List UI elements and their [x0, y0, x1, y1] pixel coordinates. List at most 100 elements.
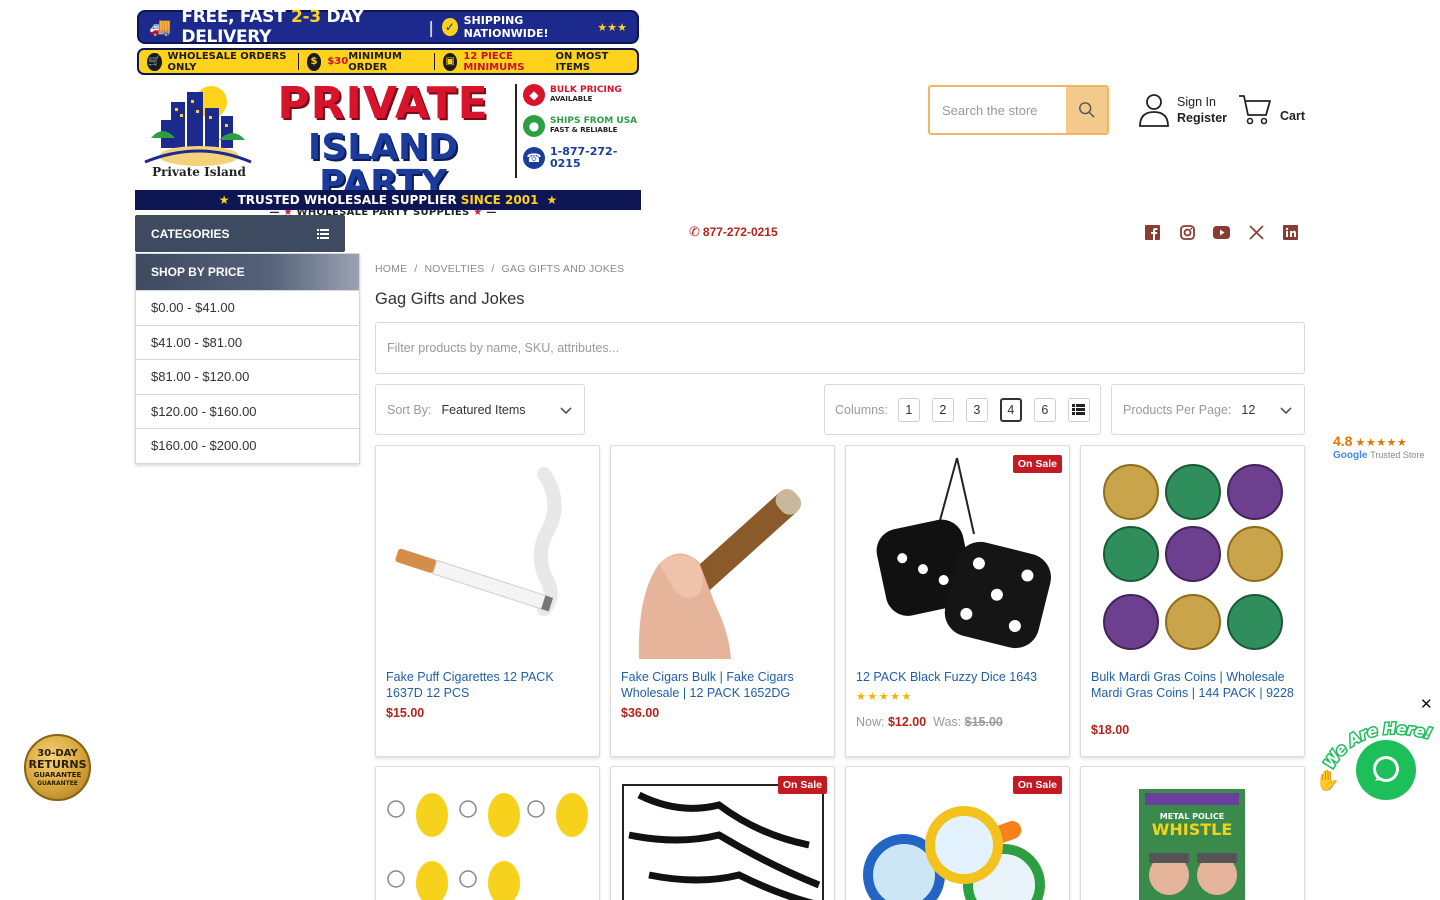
product-image[interactable]: [619, 454, 826, 659]
phone-link[interactable]: ✆ 877-272-0215: [689, 224, 778, 240]
linkedin-icon[interactable]: [1281, 224, 1300, 241]
register-link[interactable]: Register: [1177, 110, 1227, 126]
product-card[interactable]: On Sale 12 PACK Black Fuzzy Dice 1643 ★★…: [845, 445, 1070, 757]
column-option[interactable]: 1: [897, 397, 920, 422]
sort-select[interactable]: Sort By: Featured Items: [375, 384, 585, 435]
cart-icon: [1239, 95, 1271, 125]
site-logo-banner[interactable]: 🚚 FREE, FAST 2-3 DAY DELIVERY | ✓ SHIPPI…: [135, 7, 641, 218]
product-name[interactable]: Bulk Mardi Gras Coins | Wholesale Mardi …: [1091, 669, 1297, 701]
google-rating: 4.8: [1333, 433, 1353, 449]
product-card[interactable]: Fake Cigars Bulk | Fake Cigars Wholesale…: [610, 445, 835, 757]
product-filter: [375, 322, 1305, 374]
chat-close-button[interactable]: ✕: [1420, 695, 1433, 713]
sign-in-link[interactable]: Sign In: [1177, 94, 1227, 110]
returns-guarantee-badge[interactable]: 30-DAY RETURNS GUARANTEE GUARANTEE: [24, 734, 91, 801]
check-icon: ✓: [442, 18, 458, 36]
price-range-item[interactable]: $120.00 - $160.00: [136, 393, 359, 429]
columns-label: Columns:: [835, 402, 888, 417]
breadcrumb-home[interactable]: HOME: [375, 263, 407, 275]
product-card[interactable]: Bulk Mardi Gras Coins | Wholesale Mardi …: [1080, 445, 1305, 757]
feature-bulk-pricing: ◆ BULK PRICING AVAILABLE: [523, 84, 639, 106]
search-input[interactable]: [930, 87, 1066, 133]
product-name[interactable]: Fake Cigars Bulk | Fake Cigars Wholesale…: [621, 669, 827, 701]
wholesale-only-text: WHOLESALE ORDERS ONLY: [167, 50, 287, 73]
per-page-value: 12: [1241, 402, 1256, 417]
price-range-item[interactable]: $81.00 - $120.00: [136, 359, 359, 394]
product-image[interactable]: METAL POLICE WHISTLE: [1089, 775, 1296, 900]
rating-stars: ★★★★★: [856, 691, 913, 703]
categories-label: CATEGORIES: [151, 226, 230, 241]
column-option[interactable]: 6: [1033, 397, 1056, 422]
box-icon: ▣: [442, 52, 458, 71]
breadcrumb: HOME / NOVELTIES / GAG GIFTS AND JOKES: [375, 263, 625, 275]
minimum-order-text: MINIMUM ORDER: [348, 50, 402, 73]
search-box: [928, 85, 1109, 135]
cart-link[interactable]: Cart: [1238, 93, 1305, 125]
product-image[interactable]: [854, 454, 1061, 659]
feature-1-sub: AVAILABLE: [550, 94, 593, 103]
product-image[interactable]: [384, 775, 591, 900]
column-option-selected[interactable]: 4: [999, 397, 1022, 422]
user-icon: [1139, 94, 1169, 127]
per-page-label: Products Per Page:: [1123, 402, 1232, 417]
feature-3-phone: 1-877-272-0215: [550, 145, 618, 170]
facebook-icon[interactable]: [1143, 224, 1162, 241]
product-name[interactable]: Fake Puff Cigarettes 12 PACK 1637D 12 PC…: [386, 669, 592, 701]
trusted-supplier-bar: ★ TRUSTED WHOLESALE SUPPLIER SINCE 2001 …: [135, 190, 641, 210]
price-range-item[interactable]: $0.00 - $41.00: [136, 290, 359, 325]
product-card[interactable]: Fake Puff Cigarettes 12 PACK 1637D 12 PC…: [375, 445, 600, 757]
wholesale-info-banner: 🛒 WHOLESALE ORDERS ONLY $ $30 MINIMUM OR…: [137, 48, 639, 75]
price-range-item[interactable]: $41.00 - $81.00: [136, 324, 359, 360]
instagram-icon[interactable]: [1178, 224, 1197, 241]
feature-2-sub: FAST & RELIABLE: [550, 125, 618, 134]
shop-by-price-heading: SHOP BY PRICE: [136, 254, 359, 290]
product-price: $18.00: [1091, 723, 1130, 737]
categories-button[interactable]: CATEGORIES: [135, 215, 345, 252]
search-button[interactable]: [1066, 87, 1107, 133]
on-sale-badge: On Sale: [1012, 455, 1062, 473]
island-logo-icon: Private Island: [144, 86, 252, 179]
phone-icon: ✆: [689, 224, 700, 239]
filter-input[interactable]: [376, 323, 1304, 373]
feature-ships-usa: ● SHIPS FROM USA FAST & RELIABLE: [523, 115, 639, 137]
list-view-button[interactable]: [1067, 397, 1090, 422]
price-range-item[interactable]: $160.00 - $200.00: [136, 428, 359, 463]
product-card[interactable]: [375, 766, 600, 900]
product-price: $15.00: [386, 706, 425, 720]
promo-text: FREE, FAST: [181, 7, 292, 27]
returns-label: RETURNS: [28, 757, 87, 771]
chat-button[interactable]: [1356, 740, 1416, 800]
product-image[interactable]: [384, 454, 591, 659]
minimum-order-amount: $30: [327, 56, 349, 67]
phone-circle-icon: ☎: [523, 146, 545, 169]
logo: Private Island PRIVATE ISLAND PARTY — ★ …: [135, 80, 641, 218]
per-page-select[interactable]: Products Per Page: 12: [1111, 384, 1305, 435]
cart-small-icon: 🛒: [147, 52, 162, 71]
column-option[interactable]: 2: [931, 397, 954, 422]
product-card[interactable]: METAL POLICE WHISTLE: [1080, 766, 1305, 900]
trust-since: SINCE 2001: [460, 193, 539, 207]
product-card[interactable]: On Sale: [610, 766, 835, 900]
product-name[interactable]: 12 PACK Black Fuzzy Dice 1643: [856, 669, 1062, 685]
guarantee-ring-label: GUARANTEE: [37, 779, 78, 787]
youtube-icon[interactable]: [1212, 224, 1231, 241]
chevron-down-icon: [1280, 406, 1292, 414]
account-links: Sign In Register: [1138, 93, 1227, 127]
island-label: Private Island: [152, 165, 246, 179]
on-sale-badge: On Sale: [777, 776, 827, 794]
google-trusted-store-badge[interactable]: 4.8 ★★★★★ Google Trusted Store: [1333, 433, 1433, 461]
list-view-icon: [1072, 404, 1086, 415]
google-stars: ★★★★★: [1355, 437, 1408, 449]
x-icon[interactable]: [1247, 224, 1266, 241]
was-price: $15.00: [964, 715, 1003, 729]
column-option[interactable]: 3: [965, 397, 988, 422]
google-logo-icon: Google: [1333, 450, 1368, 461]
free-delivery-banner: 🚚 FREE, FAST 2-3 DAY DELIVERY | ✓ SHIPPI…: [137, 7, 639, 47]
product-card[interactable]: On Sale: [845, 766, 1070, 900]
cart-label: Cart: [1280, 109, 1306, 123]
product-image[interactable]: [1089, 454, 1296, 659]
breadcrumb-current: GAG GIFTS AND JOKES: [501, 263, 625, 275]
breadcrumb-novelties[interactable]: NOVELTIES: [424, 263, 484, 275]
product-pack-title: WHISTLE: [1152, 820, 1233, 839]
columns-selector: Columns: 1 2 3 4 6: [824, 384, 1101, 435]
